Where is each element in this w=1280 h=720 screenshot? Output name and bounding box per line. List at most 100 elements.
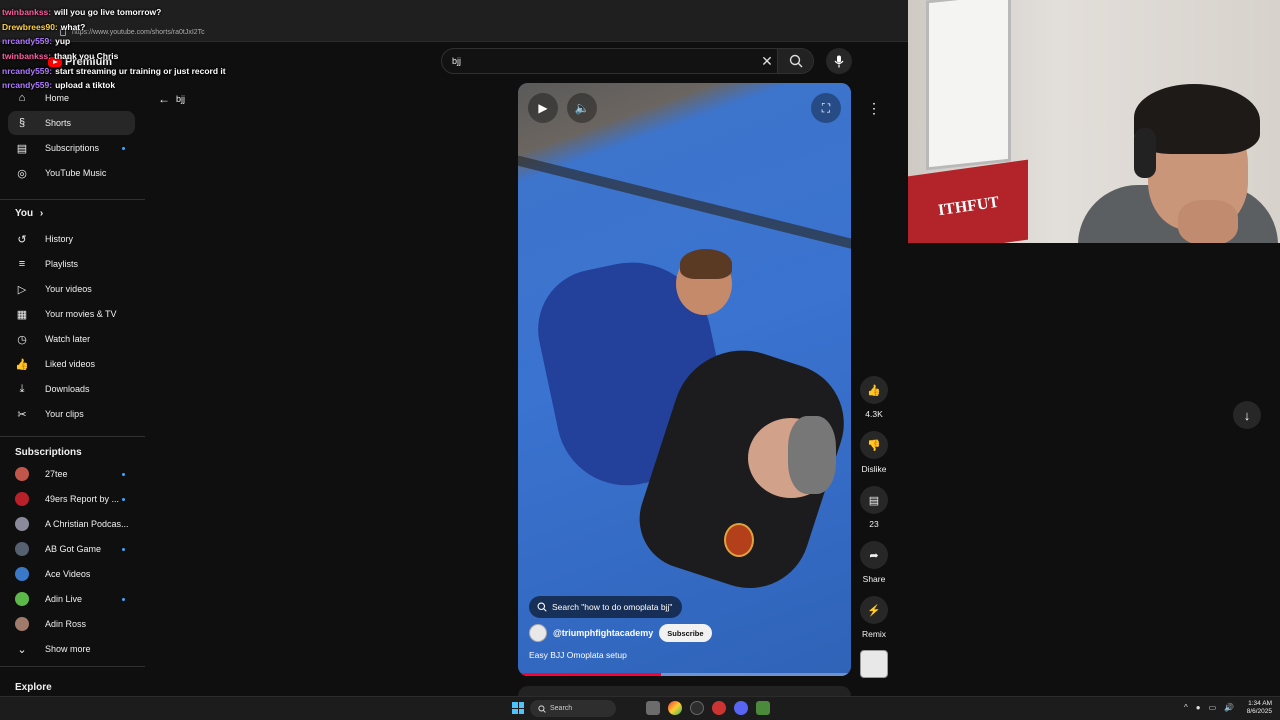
- sidebar-item-label: Adin Live: [45, 594, 83, 604]
- play-button[interactable]: ▶: [528, 93, 558, 123]
- sidebar-item-playlists[interactable]: ≡ Playlists: [8, 252, 135, 276]
- chat-username: nrcandy559:: [2, 65, 53, 76]
- sidebar-item-label: Liked videos: [45, 359, 96, 369]
- video-frame-detail: [724, 523, 754, 557]
- sound-thumbnail-button[interactable]: [860, 650, 888, 678]
- remix-action: ⚡ Remix: [858, 596, 890, 639]
- subscription-item[interactable]: Adin Ross: [8, 612, 135, 636]
- you-section-header[interactable]: You ›: [15, 208, 43, 219]
- channel-avatar: [15, 492, 29, 506]
- more-vert-icon: ⋮: [867, 99, 881, 116]
- subscription-item[interactable]: A Christian Podcas...: [8, 512, 135, 536]
- subscription-item[interactable]: Adin Live: [8, 587, 135, 611]
- subscription-item[interactable]: 27tee: [8, 462, 135, 486]
- speaker-icon[interactable]: 🔊: [1224, 703, 1234, 712]
- headphones-icon: [1134, 128, 1156, 178]
- app-icon[interactable]: [756, 701, 770, 715]
- chevron-up-icon[interactable]: ^: [1184, 703, 1188, 712]
- subscriptions-header: Subscriptions: [15, 447, 82, 458]
- share-label: Share: [862, 574, 886, 584]
- network-icon[interactable]: ▭: [1209, 703, 1217, 712]
- sidebar-item-label: YouTube Music: [45, 168, 107, 178]
- mic-icon[interactable]: ●: [1196, 703, 1201, 712]
- chat-message: nrcandy559: start streaming ur training o…: [2, 64, 262, 79]
- sidebar-item-label: Playlists: [45, 259, 79, 269]
- video-frame-detail: [676, 249, 732, 315]
- subscription-item[interactable]: Ace Videos: [8, 562, 135, 586]
- comments-button[interactable]: ▤: [860, 486, 888, 514]
- chat-text: upload a tiktok: [55, 80, 116, 91]
- channel-name[interactable]: @triumphfightacademy: [553, 628, 653, 638]
- chevron-right-icon: ›: [37, 208, 44, 219]
- sidebar-item-youtube-music[interactable]: ◎ YouTube Music: [8, 161, 135, 185]
- sidebar-item-your-movies-tv[interactable]: ▦ Your movies & TV: [8, 302, 135, 326]
- sidebar-item-label: Downloads: [45, 384, 90, 394]
- search-icon: [538, 704, 546, 713]
- sidebar-item-label: 27tee: [45, 469, 68, 479]
- volume-button[interactable]: 🔈: [567, 93, 597, 123]
- search-icon: [789, 54, 802, 68]
- subscription-item[interactable]: AB Got Game: [8, 537, 135, 561]
- history-icon: ↺: [17, 233, 27, 246]
- dislike-action: 👎 Dislike: [858, 431, 890, 474]
- sidebar-item-watch-later[interactable]: ◷ Watch later: [8, 327, 135, 351]
- dislike-button[interactable]: 👎: [860, 431, 888, 459]
- clear-search-icon[interactable]: ✕: [759, 53, 775, 69]
- sidebar-item-subscriptions[interactable]: ▤ Subscriptions: [8, 136, 135, 160]
- search-input[interactable]: [452, 56, 752, 66]
- like-count: 4.3K: [865, 409, 883, 419]
- webcam-frame-detail: [1178, 200, 1238, 243]
- search-box: [441, 48, 778, 74]
- discord-icon[interactable]: [734, 701, 748, 715]
- video-progress-bar[interactable]: [518, 673, 851, 676]
- video-title[interactable]: Easy BJJ Omoplata setup: [529, 650, 627, 660]
- next-short-button[interactable]: ↓: [1233, 401, 1261, 429]
- task-view-icon[interactable]: [646, 701, 660, 715]
- section-title: You: [15, 208, 34, 219]
- taskbar-search[interactable]: Search: [530, 700, 616, 717]
- back-to-search[interactable]: ← bjj: [158, 92, 185, 106]
- channel-avatar: [15, 517, 29, 531]
- taskbar-clock[interactable]: 1:34 AM 8/6/2025: [1240, 700, 1272, 716]
- sidebar-item-label: AB Got Game: [45, 544, 102, 554]
- related-search-pill[interactable]: Search "how to do omoplata bjj": [529, 596, 683, 618]
- start-button[interactable]: [512, 702, 524, 714]
- chat-message: Drewbrees90: what?: [2, 20, 262, 35]
- sidebar-item-downloads[interactable]: ⤓ Downloads: [8, 377, 135, 401]
- back-label: bjj: [176, 94, 186, 104]
- music-icon: ◎: [17, 167, 27, 180]
- chevron-down-icon: ⌄: [17, 643, 27, 656]
- explore-header: Explore: [15, 682, 52, 693]
- show-more-button[interactable]: ⌄ Show more: [8, 637, 135, 661]
- voice-search-button[interactable]: [826, 48, 852, 74]
- sidebar-item-label: Your clips: [45, 409, 84, 419]
- channel-avatar[interactable]: [529, 624, 547, 642]
- share-button[interactable]: ➦: [860, 541, 888, 569]
- shorts-video-player[interactable]: ▶ 🔈 ⛶ Search "how to do omoplata bjj" @t…: [518, 83, 851, 676]
- search-icon: [537, 602, 547, 612]
- like-button[interactable]: 👍: [860, 376, 888, 404]
- new-content-dot: [122, 497, 125, 501]
- new-content-dot: [122, 597, 125, 601]
- system-tray: ^ ● ▭ 🔊: [1184, 703, 1234, 712]
- app-icon[interactable]: [690, 701, 704, 715]
- channel-avatar: [15, 542, 29, 556]
- subscription-item[interactable]: 49ers Report by ...: [8, 487, 135, 511]
- sidebar-item-shorts[interactable]: § Shorts: [8, 111, 135, 135]
- chat-username: Drewbrees90:: [2, 21, 58, 32]
- sidebar-item-history[interactable]: ↺ History: [8, 227, 135, 251]
- sidebar-item-liked-videos[interactable]: 👍 Liked videos: [8, 352, 135, 376]
- more-options-button[interactable]: ⋮: [861, 95, 887, 121]
- arrow-down-icon: ↓: [1243, 407, 1251, 423]
- chat-message: nrcandy559: yup: [2, 34, 262, 49]
- sidebar-item-your-clips[interactable]: ✂ Your clips: [8, 402, 135, 426]
- show-more-label: Show more: [45, 644, 91, 654]
- app-icon[interactable]: [712, 701, 726, 715]
- remix-button[interactable]: ⚡: [860, 596, 888, 624]
- fullscreen-button[interactable]: ⛶: [811, 93, 841, 123]
- search-button[interactable]: [778, 48, 814, 74]
- sidebar-item-your-videos[interactable]: ▷ Your videos: [8, 277, 135, 301]
- chrome-icon[interactable]: [668, 701, 682, 715]
- sidebar-item-label: 49ers Report by ...: [45, 494, 120, 504]
- subscribe-button[interactable]: Subscribe: [659, 624, 712, 642]
